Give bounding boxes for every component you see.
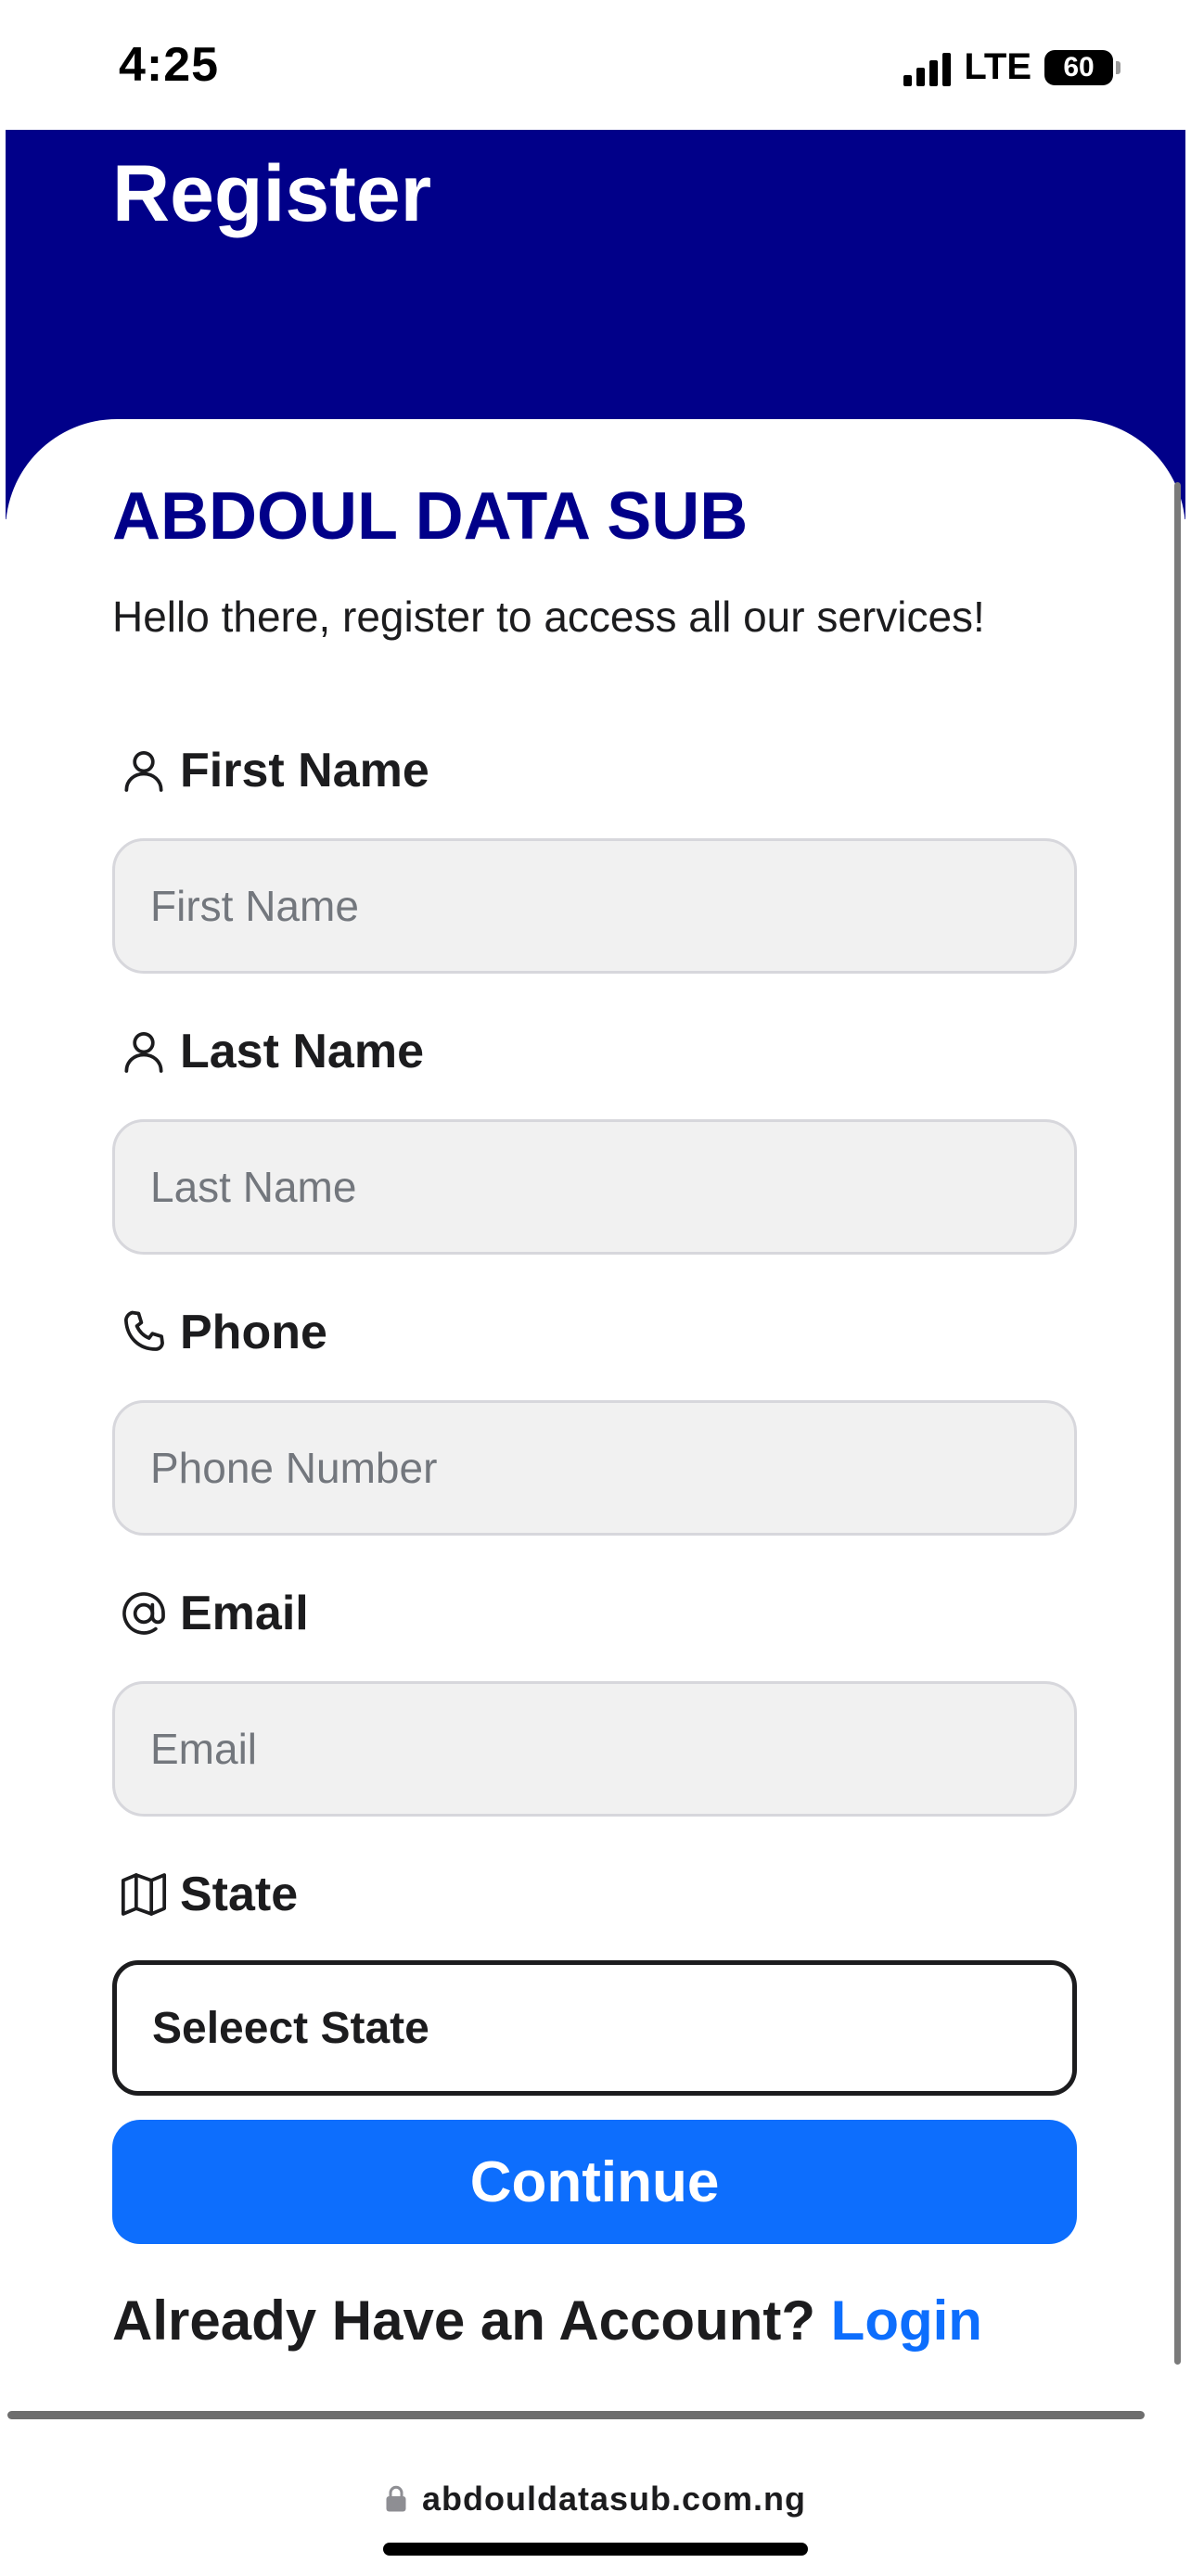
login-prompt: Already Have an Account? Login	[112, 2289, 982, 2353]
user-icon	[115, 742, 173, 799]
user-icon	[115, 1023, 173, 1080]
battery-icon: 60	[1044, 49, 1121, 85]
state-select-value: Seleect State	[152, 2003, 429, 2053]
home-indicator[interactable]	[383, 2543, 808, 2556]
first-name-label-text: First Name	[180, 744, 429, 797]
at-icon	[115, 1585, 173, 1642]
phone-label-text: Phone	[180, 1306, 327, 1359]
map-icon	[115, 1866, 173, 1923]
state-label-text: State	[180, 1868, 299, 1921]
last-name-label-text: Last Name	[180, 1025, 424, 1078]
phone-input[interactable]	[112, 1400, 1077, 1536]
vertical-scrollbar[interactable]	[1174, 482, 1181, 2365]
continue-button[interactable]: Continue	[112, 2120, 1077, 2244]
last-name-input[interactable]	[112, 1119, 1077, 1255]
first-name-label: First Name	[115, 742, 429, 799]
signal-icon	[903, 49, 952, 86]
email-input[interactable]	[112, 1681, 1077, 1817]
brand-title: ABDOUL DATA SUB	[112, 479, 749, 554]
email-label: Email	[115, 1585, 309, 1642]
state-label: State	[115, 1866, 298, 1923]
subtitle: Hello there, register to access all our …	[112, 593, 985, 641]
phone-label: Phone	[115, 1304, 327, 1361]
email-label-text: Email	[180, 1587, 309, 1640]
lock-icon	[385, 2485, 407, 2513]
phone-icon	[115, 1304, 173, 1361]
state-select[interactable]: Seleect State	[112, 1960, 1077, 2096]
status-time: 4:25	[119, 38, 220, 92]
horizontal-scrollbar[interactable]	[7, 2411, 1145, 2419]
url-content: abdouldatasub.com.ng	[0, 2480, 1191, 2519]
login-link[interactable]: Login	[831, 2289, 982, 2352]
battery-level: 60	[1063, 51, 1095, 83]
login-prompt-text: Already Have an Account?	[112, 2289, 815, 2352]
page-title: Register	[112, 149, 432, 238]
status-indicators: LTE 60	[903, 46, 1121, 88]
network-label: LTE	[964, 46, 1031, 87]
status-bar: 4:25 LTE 60	[0, 0, 1191, 130]
last-name-label: Last Name	[115, 1023, 424, 1080]
url-text[interactable]: abdouldatasub.com.ng	[422, 2480, 806, 2519]
first-name-input[interactable]	[112, 838, 1077, 974]
